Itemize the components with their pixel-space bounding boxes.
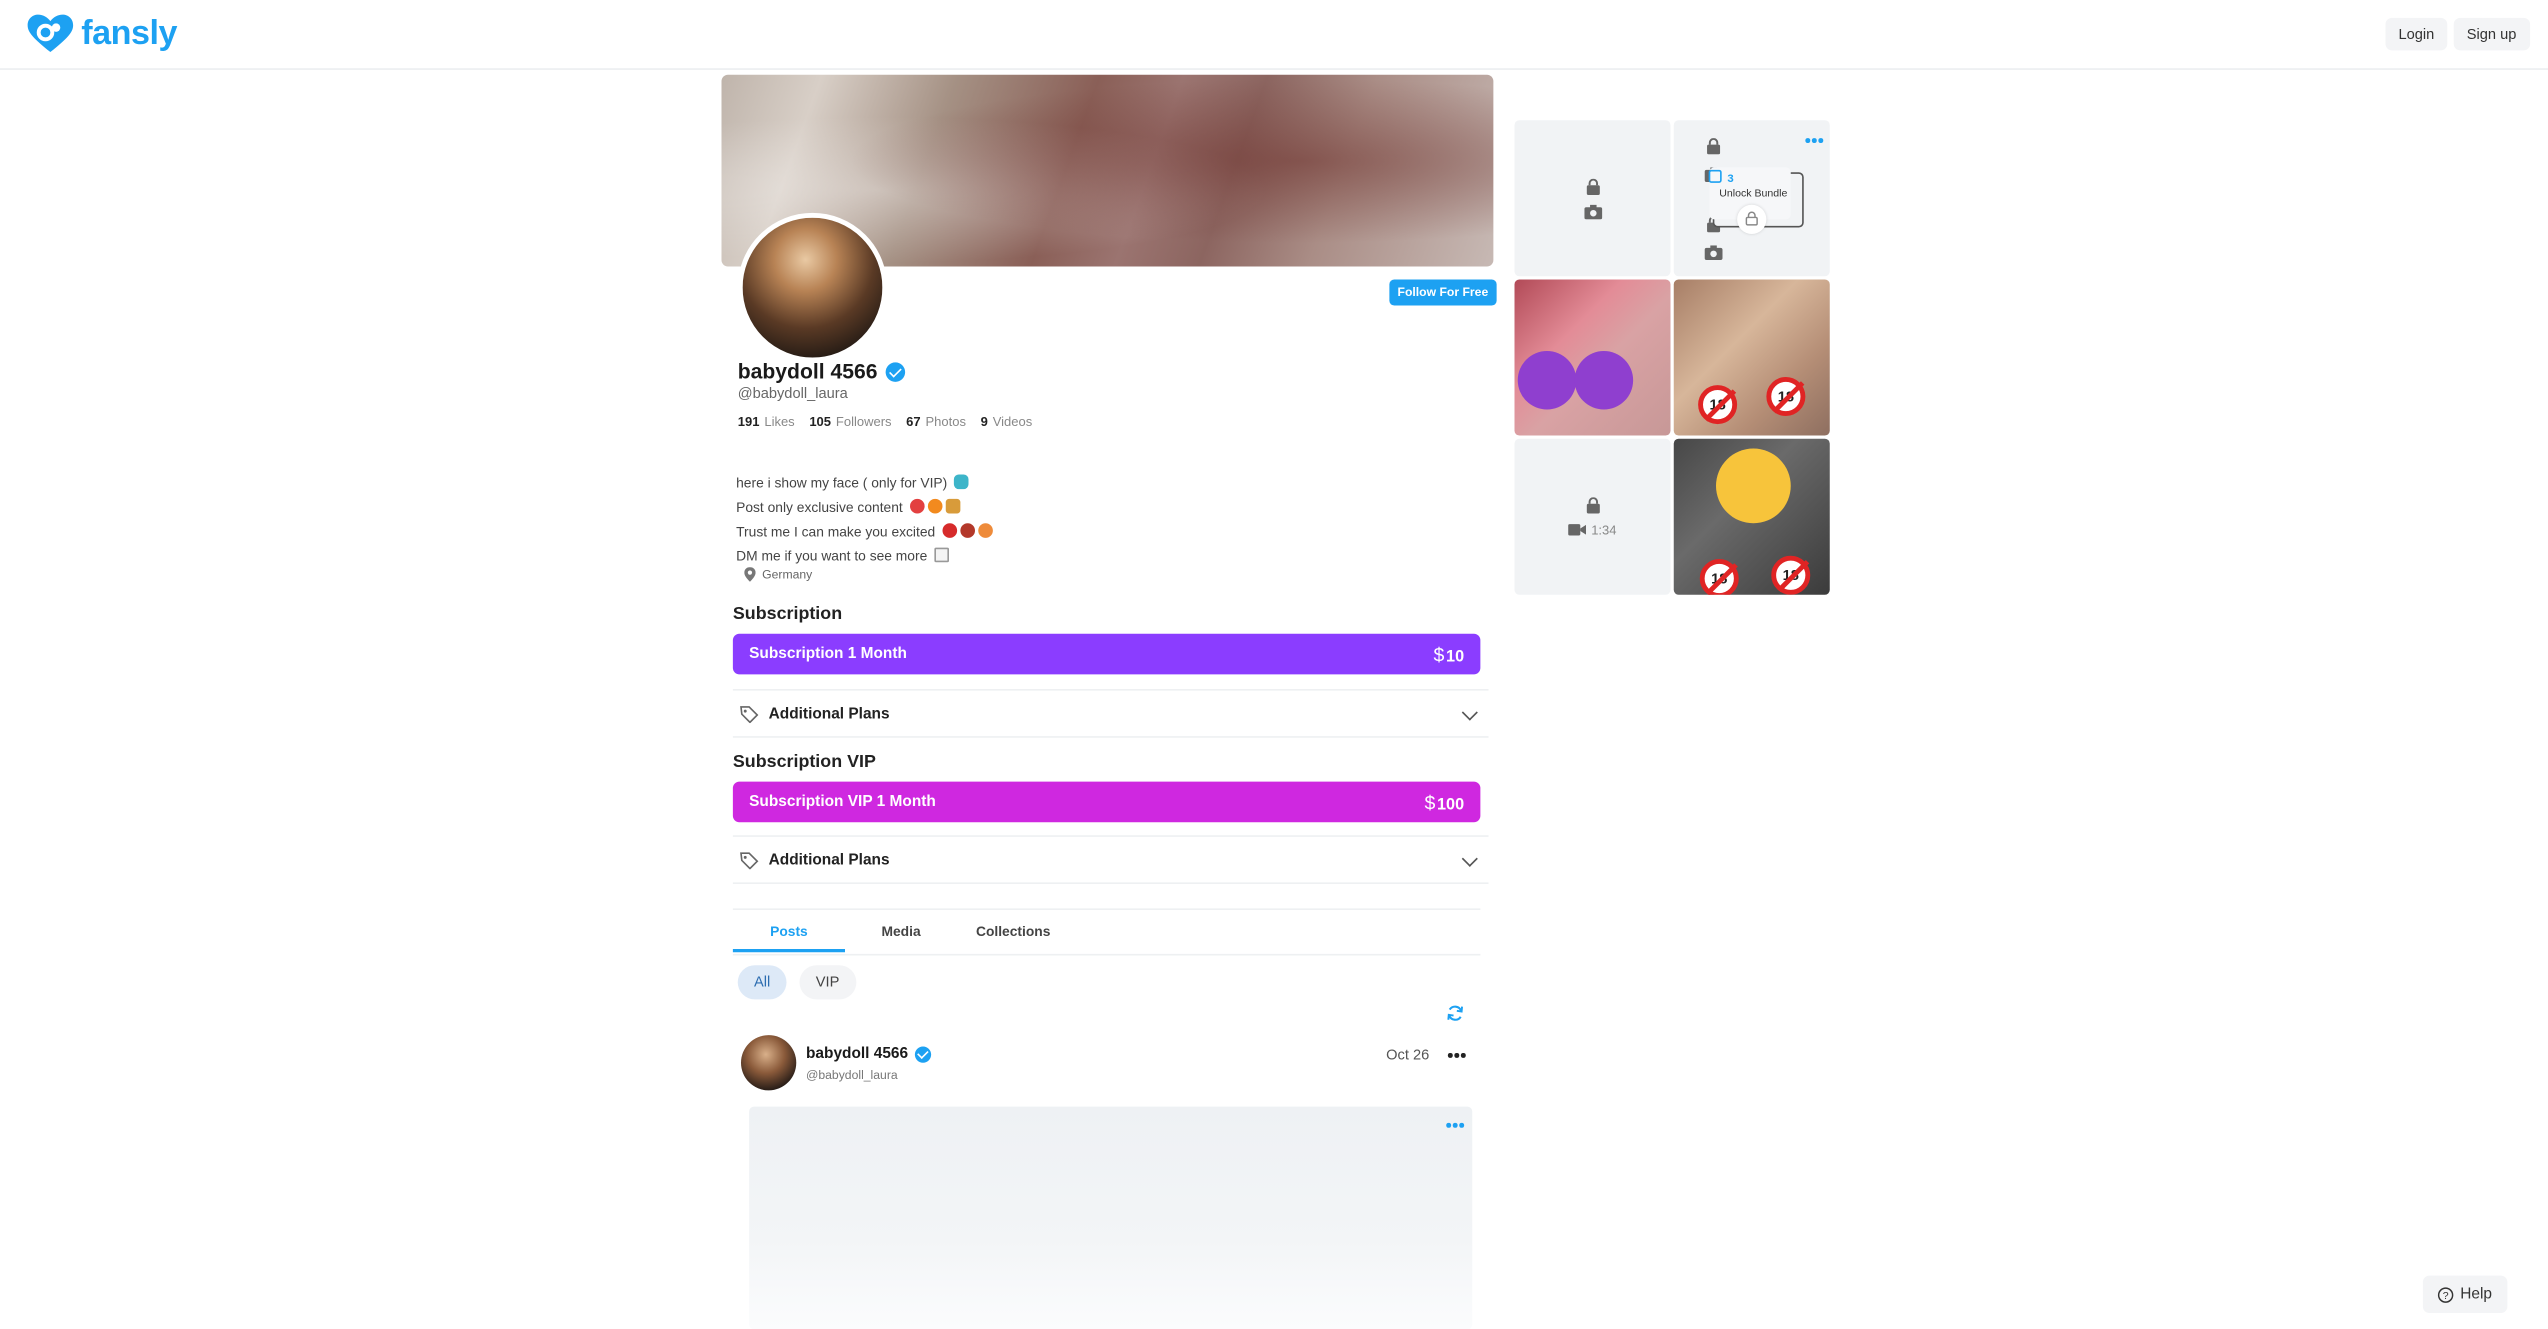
subscription-vip-1-month-button[interactable]: Subscription VIP 1 Month $100 [732,781,1481,823]
bundle-options-icon[interactable] [1805,138,1824,143]
post-author-name[interactable]: babydoll 4566 [806,1045,931,1063]
lock-icon [1586,177,1599,195]
profile-display-name: babydoll 4566 [737,359,906,384]
tab-posts[interactable]: Posts [732,910,845,953]
post-media-locked[interactable] [749,1106,1473,1329]
lock-icon [1586,496,1599,513]
post-media-options-icon[interactable] [1446,1122,1465,1128]
signup-button[interactable]: Sign up [2453,17,2530,51]
no-under-18-emoji-icon [909,498,925,514]
bundle-stack-icon [1708,169,1722,183]
camera-icon [1583,203,1602,219]
bundle-count: 3 [1727,173,1734,186]
video-camera-icon [1568,524,1587,536]
top-navbar: fansly Login Sign up [0,0,2548,70]
bio-line: DM me if you want to see more [736,544,993,568]
tag-icon [740,851,759,869]
fire-emoji-icon [927,498,943,514]
plan-label: Subscription VIP 1 Month [749,793,936,811]
heart-eyes-cat-emoji-icon [1716,448,1791,524]
chevron-down-icon [1461,850,1478,867]
subscription-vip-section-title: Subscription VIP [732,752,876,772]
additional-plans-vip-toggle[interactable]: Additional Plans [732,835,1489,884]
no-under-18-icon: 18 [1699,559,1739,595]
content-tabs: Posts Media Collections [732,908,1481,956]
bow-emoji-icon [954,474,969,490]
media-grid-item-preview[interactable]: 18 18 [1673,279,1830,436]
profile-location: Germany [744,567,812,582]
bundle-lock-button[interactable] [1737,204,1767,234]
login-button[interactable]: Login [2385,17,2448,51]
tab-media[interactable]: Media [845,910,957,952]
additional-plans-toggle[interactable]: Additional Plans [732,689,1489,738]
filter-chip-all[interactable]: All [737,965,787,1000]
filter-chip-vip[interactable]: VIP [799,965,856,1000]
stat-photos: 67 Photos [906,414,966,429]
media-grid-item-bundle[interactable]: 3 Unlock Bundle [1673,120,1830,277]
stat-followers: 105 Followers [809,414,892,429]
devil-emoji-icon [1574,351,1634,410]
additional-plans-label: Additional Plans [768,704,890,723]
help-button[interactable]: ? Help [2422,1275,2507,1313]
plan-label: Subscription 1 Month [749,645,907,663]
brand-name: fansly [81,14,177,52]
post-date: Oct 26 [1386,1046,1430,1063]
profile-stats: 191 Likes 105 Followers 67 Photos 9 Videos [738,414,1033,429]
profile-bio: here i show my face ( only for VIP) Post… [736,471,993,569]
additional-plans-label: Additional Plans [768,850,890,869]
location-pin-icon [744,567,756,582]
post-author-handle[interactable]: @babydoll_laura [806,1068,898,1083]
envelope-emoji-icon [934,547,950,563]
post-author-avatar[interactable] [741,1035,797,1091]
unlock-bundle-label[interactable]: Unlock Bundle [1719,189,1787,200]
subscription-section-title: Subscription [732,604,843,625]
bio-line: here i show my face ( only for VIP) [736,471,993,495]
no-under-18-icon: 18 [1698,385,1738,425]
peach-emoji-icon [945,498,961,514]
svg-text:?: ? [2443,1289,2449,1301]
chevron-down-icon [1461,704,1478,721]
help-label: Help [2460,1285,2493,1304]
tab-collections[interactable]: Collections [957,910,1069,952]
devil-emoji-icon [1517,351,1577,410]
tag-icon [740,705,759,723]
plan-price: $100 [1424,790,1465,814]
camera-icon [1704,245,1723,260]
profile-avatar[interactable] [737,212,888,363]
follow-button[interactable]: Follow For Free [1389,279,1497,306]
location-text: Germany [762,567,813,582]
heart-logo-icon [27,14,74,52]
no-under-18-icon: 18 [1771,555,1811,595]
question-circle-icon: ? [2437,1286,2454,1303]
media-grid-item-locked-video[interactable]: 1:34 [1514,438,1671,595]
subscription-1-month-button[interactable]: Subscription 1 Month $10 [732,633,1481,675]
plan-price: $10 [1433,642,1465,666]
media-grid-item-locked-photo[interactable] [1514,120,1671,277]
fansly-logo[interactable]: fansly [26,13,177,55]
verified-badge-icon [885,361,906,382]
refresh-icon[interactable] [1446,1004,1464,1022]
video-duration: 1:34 [1568,522,1617,537]
bio-line: Trust me I can make you excited [736,520,993,544]
lock-icon [1707,138,1721,155]
stat-likes: 191 Likes [737,414,795,429]
lock-outline-icon [1745,211,1758,226]
verified-badge-icon [914,1045,931,1062]
no-entry-emoji-icon [942,523,957,538]
post-more-options-icon[interactable] [1447,1053,1466,1058]
no-under-18-icon: 18 [1766,377,1806,416]
profile-handle: @babydoll_laura [737,385,848,402]
stat-videos: 9 Videos [980,414,1033,429]
display-name-text: babydoll 4566 [737,359,878,384]
bio-line: Post only exclusive content [736,496,993,520]
media-grid-item-preview[interactable] [1514,279,1671,436]
post-author-text: babydoll 4566 [806,1044,909,1063]
peach-emoji-icon [978,523,993,538]
cherry-emoji-icon [960,523,975,538]
page: fansly Login Sign up Follow For Free bab… [0,0,2548,1329]
media-grid-item-preview[interactable]: 18 18 [1673,438,1830,595]
